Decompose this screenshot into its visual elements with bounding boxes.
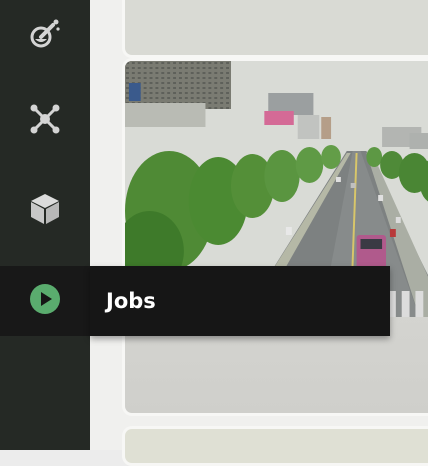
network-icon bbox=[28, 102, 62, 140]
sidebar-item-experiments[interactable] bbox=[0, 0, 90, 70]
sidebar-item-models[interactable] bbox=[0, 176, 90, 246]
flask-icon bbox=[27, 15, 63, 55]
card[interactable] bbox=[122, 58, 428, 416]
play-icon bbox=[29, 283, 61, 319]
tooltip-label: Jobs bbox=[106, 289, 156, 313]
sidebar-item-graph[interactable] bbox=[0, 86, 90, 156]
main-content bbox=[90, 0, 428, 466]
sidebar-item-jobs[interactable] bbox=[0, 266, 90, 336]
sidebar bbox=[0, 0, 90, 450]
card[interactable] bbox=[122, 0, 428, 58]
cube-icon bbox=[29, 192, 61, 230]
jobs-tooltip: Jobs bbox=[90, 266, 390, 336]
card[interactable] bbox=[122, 426, 428, 466]
